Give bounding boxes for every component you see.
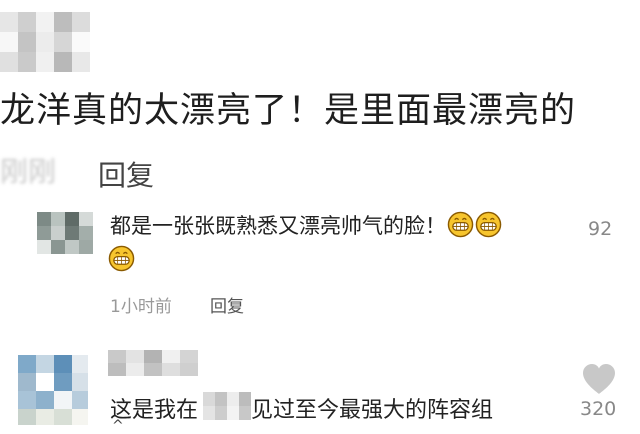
comment-text-end: 见过至今最强大的阵容组 xyxy=(251,398,494,423)
mosaic-cell xyxy=(18,12,36,32)
mosaic-cell xyxy=(144,363,162,376)
mosaic-cell xyxy=(239,406,251,420)
mosaic-cell xyxy=(239,392,251,406)
mosaic-cell xyxy=(79,212,93,226)
mosaic-cell xyxy=(36,32,54,52)
mosaic-cell xyxy=(51,226,65,240)
mosaic-cell xyxy=(72,373,88,391)
mosaic-cell xyxy=(0,52,18,72)
mosaic-cell xyxy=(227,406,239,420)
mosaic-cell xyxy=(51,212,65,226)
reply-time: 1小时前 xyxy=(110,297,172,317)
mosaic-cell xyxy=(79,240,93,254)
mosaic-cell xyxy=(18,409,36,425)
username-pixelated xyxy=(0,12,90,72)
mosaic-cell xyxy=(203,406,215,420)
mosaic-cell xyxy=(0,32,18,52)
mosaic-cell xyxy=(37,212,51,226)
reply-button[interactable]: 回复 xyxy=(210,292,244,317)
mosaic-cell xyxy=(36,373,54,391)
mosaic-cell xyxy=(18,373,36,391)
mosaic-cell xyxy=(108,350,126,363)
mosaic-cell xyxy=(126,350,144,363)
mosaic-cell xyxy=(65,226,79,240)
mosaic-cell xyxy=(36,391,54,409)
mosaic-cell xyxy=(18,32,36,52)
mosaic-cell xyxy=(54,409,72,425)
mosaic-cell xyxy=(18,52,36,72)
mosaic-cell xyxy=(215,406,227,420)
mosaic-cell xyxy=(180,363,198,376)
mosaic-cell xyxy=(54,32,72,52)
expand-toggle[interactable]: ^ xyxy=(112,418,124,434)
mosaic-cell xyxy=(37,240,51,254)
mosaic-cell xyxy=(72,355,88,373)
mosaic-cell xyxy=(162,350,180,363)
mosaic-cell xyxy=(65,240,79,254)
mosaic-cell xyxy=(227,392,239,406)
mosaic-cell xyxy=(65,212,79,226)
mosaic-cell xyxy=(72,409,88,425)
mosaic-cell xyxy=(54,52,72,72)
reply-text-content: 都是一张张既熟悉又漂亮帅气的脸！ xyxy=(110,214,446,238)
like-count[interactable]: 92 xyxy=(588,218,612,240)
username-pixelated xyxy=(108,350,200,376)
mosaic-cell xyxy=(180,350,198,363)
mosaic-cell xyxy=(215,392,227,406)
mosaic-cell xyxy=(144,350,162,363)
reply-avatar-pixelated[interactable] xyxy=(37,212,93,254)
mosaic-cell xyxy=(72,391,88,409)
mosaic-cell xyxy=(36,52,54,72)
mosaic-cell xyxy=(72,12,90,32)
heart-icon[interactable] xyxy=(580,362,618,396)
grinning-face-icon xyxy=(108,245,135,272)
mosaic-cell xyxy=(54,373,72,391)
reply-button[interactable]: 回复 xyxy=(98,154,154,194)
mosaic-cell xyxy=(36,355,54,373)
mosaic-cell xyxy=(72,52,90,72)
grinning-face-icon xyxy=(447,211,474,238)
comment-text: 龙洋真的太漂亮了！是里面最漂亮的 xyxy=(0,91,577,131)
mosaic-cell xyxy=(18,391,36,409)
mosaic-cell xyxy=(51,240,65,254)
avatar-pixelated[interactable] xyxy=(18,355,88,425)
reply-text: 都是一张张既熟悉又漂亮帅气的脸！ xyxy=(110,210,502,240)
mosaic-cell xyxy=(36,409,54,425)
censored-text xyxy=(203,392,251,420)
mosaic-cell xyxy=(72,32,90,52)
mosaic-cell xyxy=(54,12,72,32)
mosaic-cell xyxy=(18,355,36,373)
mosaic-cell xyxy=(79,226,93,240)
mosaic-cell xyxy=(0,12,18,32)
mosaic-cell xyxy=(203,392,215,406)
mosaic-cell xyxy=(108,363,126,376)
like-count[interactable]: 320 xyxy=(580,398,616,420)
mosaic-cell xyxy=(162,363,180,376)
mosaic-cell xyxy=(37,226,51,240)
mosaic-cell xyxy=(36,12,54,32)
mosaic-cell xyxy=(54,391,72,409)
mosaic-cell xyxy=(54,355,72,373)
grinning-face-icon xyxy=(475,211,502,238)
mosaic-cell xyxy=(126,363,144,376)
comment-time: 刚刚 xyxy=(0,155,57,188)
